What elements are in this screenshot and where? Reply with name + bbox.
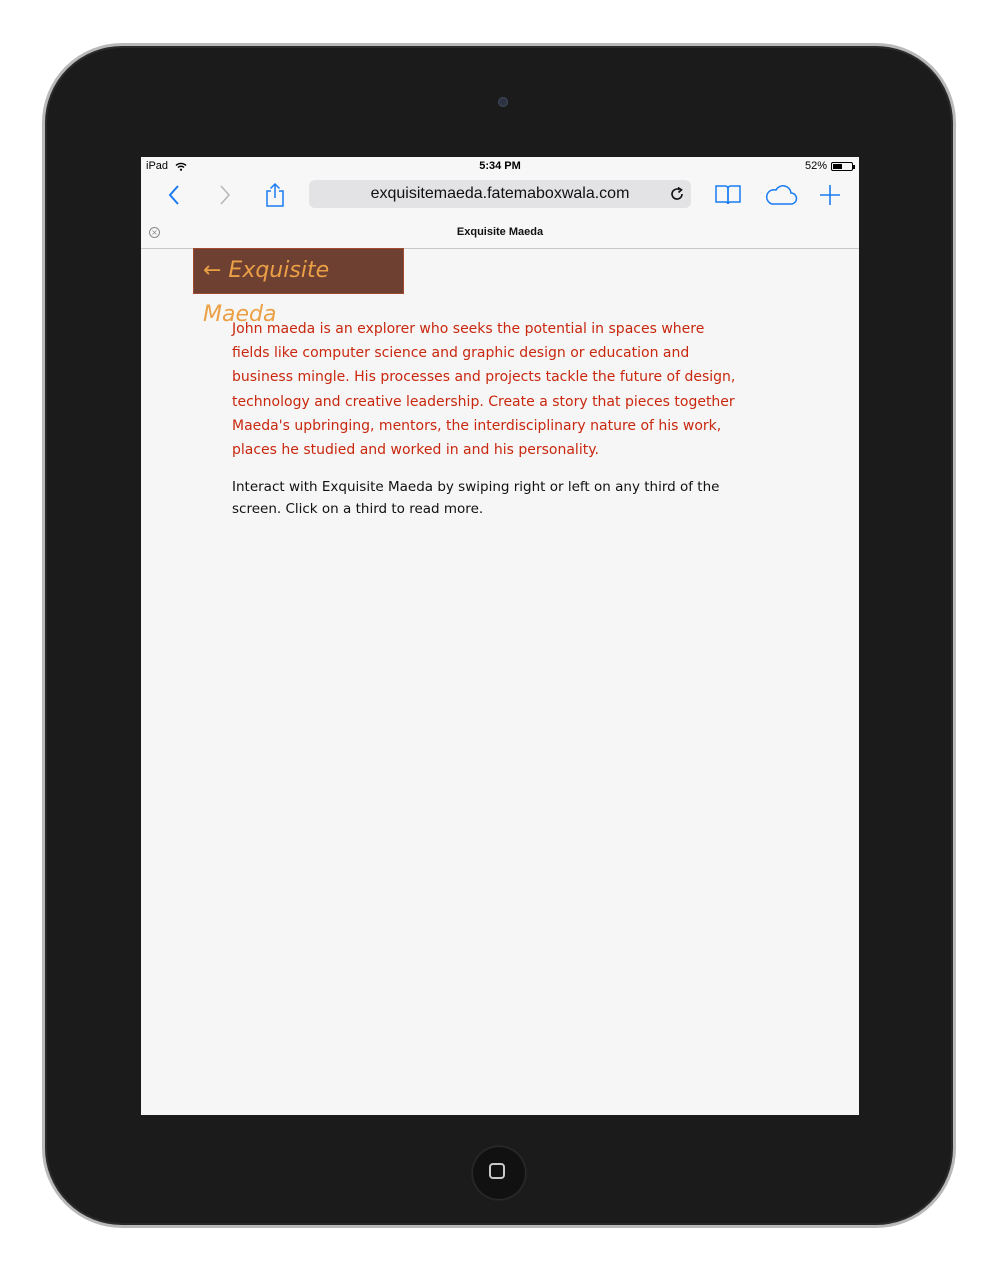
camera-icon	[498, 97, 508, 107]
tab-bar: × Exquisite Maeda	[141, 222, 859, 247]
back-to-home-button[interactable]: ← Exquisite Maeda	[193, 248, 404, 327]
battery-fill	[833, 163, 843, 169]
screen: iPad 5:34 PM 52% exquisitemaeda.fatemabo…	[141, 157, 859, 1115]
new-tab-icon[interactable]	[816, 181, 844, 209]
intro-paragraph: John maeda is an explorer who seeks the …	[232, 321, 736, 459]
url-text: exquisitemaeda.fatemaboxwala.com	[370, 185, 630, 202]
status-bar: iPad 5:34 PM 52%	[141, 157, 859, 177]
browser-toolbar: exquisitemaeda.fatemaboxwala.com	[141, 177, 859, 211]
icloud-tabs-icon[interactable]	[762, 181, 800, 209]
back-icon[interactable]	[160, 181, 188, 209]
status-right: 52%	[804, 160, 855, 172]
reload-icon[interactable]	[669, 186, 685, 202]
status-time: 5:34 PM	[479, 160, 521, 172]
home-button[interactable]	[472, 1146, 526, 1200]
bookmarks-icon[interactable]	[714, 181, 742, 209]
home-square-icon	[489, 1163, 505, 1179]
instructions-paragraph: Interact with Exquisite Maeda by swiping…	[232, 479, 720, 517]
url-bar[interactable]: exquisitemaeda.fatemaboxwala.com	[309, 180, 691, 208]
battery-nub	[853, 164, 855, 169]
forward-icon[interactable]	[211, 181, 239, 209]
battery-icon	[831, 161, 855, 171]
tab-title[interactable]: Exquisite Maeda	[141, 226, 859, 238]
share-icon[interactable]	[261, 181, 289, 209]
browser-chrome: iPad 5:34 PM 52% exquisitemaeda.fatemabo…	[141, 157, 859, 249]
battery-percent: 52%	[804, 160, 827, 172]
